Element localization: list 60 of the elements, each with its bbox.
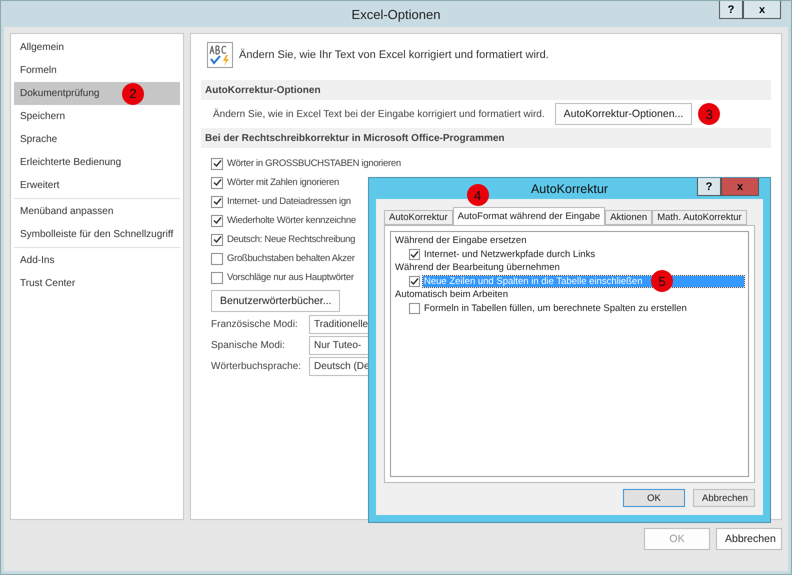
- option-label: Großbuchstaben behalten Akzer: [227, 253, 355, 264]
- checkbox[interactable]: [409, 248, 420, 260]
- step-marker: 3: [698, 103, 720, 125]
- tab[interactable]: AutoKorrektur: [384, 210, 453, 225]
- checkbox[interactable]: [211, 252, 223, 264]
- spelling-check-icon: [207, 42, 233, 68]
- checkbox[interactable]: [211, 176, 223, 188]
- ok-button[interactable]: OK: [623, 489, 685, 507]
- dropdown-label: Wörterbuchsprache:: [211, 361, 302, 372]
- sidebar-item[interactable]: Symbolleiste für den Schnellzugriff: [14, 223, 180, 246]
- checkbox[interactable]: [211, 214, 223, 226]
- sidebar-item[interactable]: Menüband anpassen: [14, 200, 180, 223]
- dialog-title: AutoKorrektur: [530, 182, 608, 196]
- sidebar-item[interactable]: Erweitert: [14, 174, 180, 197]
- sidebar-item[interactable]: Add-Ins: [14, 249, 180, 272]
- intro-text: Ändern Sie, wie Ihr Text von Excel korrigiert und formatiert wird.: [239, 49, 549, 61]
- option-label: Vorschläge nur aus Hauptwörter: [227, 272, 354, 283]
- close-button[interactable]: x: [743, 1, 781, 19]
- help-button[interactable]: ?: [719, 1, 743, 19]
- section-description: Ändern Sie, wie in Excel Text bei der Eingabe korrigiert und formatiert wird.: [213, 108, 545, 120]
- sidebar-item[interactable]: Allgemein: [14, 36, 180, 59]
- tab[interactable]: Aktionen: [605, 210, 652, 225]
- group-heading: Automatisch beim Arbeiten: [395, 288, 510, 301]
- checkbox[interactable]: [211, 158, 223, 170]
- close-button[interactable]: x: [721, 178, 759, 196]
- step-marker: 4: [466, 184, 489, 206]
- dropdown-label: Französische Modi:: [211, 319, 299, 330]
- window-title: Excel-Optionen: [352, 6, 440, 22]
- option-label[interactable]: Formeln in Tabellen füllen, um berechnete Spalten zu erstellen: [423, 302, 688, 314]
- checkbox[interactable]: [211, 196, 223, 208]
- cancel-button[interactable]: Abbrechen: [693, 489, 755, 507]
- autocorrect-options-button[interactable]: AutoKorrektur-Optionen...: [554, 103, 692, 125]
- sidebar-item[interactable]: Sprache: [14, 128, 180, 151]
- step-marker: 5: [651, 270, 673, 292]
- cancel-button[interactable]: Abbrechen: [716, 528, 782, 550]
- option-label: Deutsch: Neue Rechtschreibung: [227, 234, 356, 245]
- sidebar-item[interactable]: Erleichterte Bedienung: [14, 151, 180, 174]
- option-label: Internet- und Dateiadressen ign: [227, 196, 351, 207]
- checkbox[interactable]: [409, 302, 420, 314]
- sidebar-item[interactable]: Speichern: [14, 105, 180, 128]
- sidebar-item[interactable]: Formeln: [14, 59, 180, 82]
- sidebar-item[interactable]: Trust Center: [14, 272, 180, 295]
- option-label: Wörter mit Zahlen ignorieren: [227, 177, 339, 188]
- tab[interactable]: AutoFormat während der Eingabe: [452, 207, 606, 225]
- section-header: AutoKorrektur-Optionen: [201, 80, 771, 100]
- option-label: Wörter in GROSSBUCHSTABEN ignorieren: [227, 158, 401, 169]
- group-heading: Während der Eingabe ersetzen: [395, 234, 528, 247]
- tab[interactable]: Math. AutoKorrektur: [652, 210, 747, 225]
- dropdown-label: Spanische Modi:: [211, 340, 286, 351]
- option-label[interactable]: Internet- und Netzwerkpfade durch Links: [423, 248, 596, 260]
- step-marker: 2: [122, 82, 144, 104]
- section-header: Bei der Rechtschreibkorrektur in Microsoft Office-Programmen: [201, 128, 771, 148]
- checkbox[interactable]: [211, 272, 223, 284]
- option-label: Wiederholte Wörter kennzeichne: [227, 215, 356, 226]
- custom-dictionaries-button[interactable]: Benutzerwörterbücher...: [211, 290, 340, 312]
- checkbox[interactable]: [409, 276, 420, 286]
- group-heading: Während der Bearbeitung übernehmen: [395, 261, 561, 274]
- checkbox[interactable]: [211, 234, 223, 246]
- help-button[interactable]: ?: [697, 178, 721, 196]
- sidebar-item[interactable]: Dokumentprüfung 2: [14, 82, 180, 105]
